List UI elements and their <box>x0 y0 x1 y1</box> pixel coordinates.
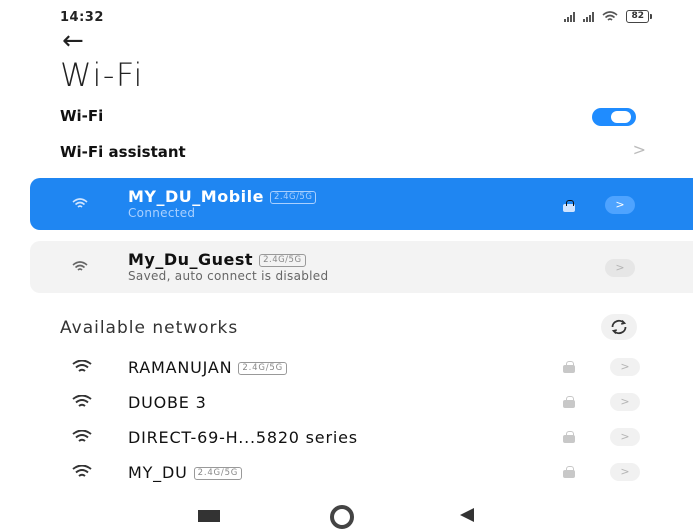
network-name: RAMANUJAN <box>128 358 233 377</box>
back-arrow-icon[interactable]: ← <box>62 28 84 54</box>
home-icon[interactable] <box>330 505 354 529</box>
toggle-knob <box>611 111 631 123</box>
available-network-item[interactable]: DUOBE 3 > <box>0 386 693 420</box>
battery-icon: 82 <box>626 10 652 23</box>
band-badge: 2.4G/5G <box>269 191 317 204</box>
saved-network-card[interactable]: My_Du_Guest 2.4G/5G Saved, auto connect i… <box>30 241 693 293</box>
status-time: 14:32 <box>60 10 104 25</box>
network-name: DUOBE 3 <box>128 393 207 412</box>
nav-back-icon[interactable] <box>460 508 474 522</box>
lock-icon <box>563 361 575 373</box>
status-icons: 82 <box>564 10 652 23</box>
recent-apps-icon[interactable] <box>198 510 220 522</box>
wifi-icon <box>72 198 88 208</box>
available-network-item[interactable]: DIRECT-69-H...5820 series > <box>0 421 693 455</box>
available-network-item[interactable]: MY_DU 2.4G/5G > <box>0 456 693 490</box>
lock-icon <box>563 396 575 408</box>
wifi-signal-icon <box>72 430 92 442</box>
band-badge: 2.4G/5G <box>238 362 287 375</box>
network-status: Connected <box>128 206 196 220</box>
wifi-icon <box>72 261 88 271</box>
wifi-signal-icon <box>72 395 92 407</box>
network-name: MY_DU_Mobile <box>128 187 264 206</box>
network-name: My_Du_Guest <box>128 250 254 269</box>
chevron-right-icon[interactable]: > <box>633 140 646 159</box>
network-details-button[interactable]: > <box>610 463 640 481</box>
network-name: MY_DU <box>128 463 188 482</box>
network-details-button[interactable]: > <box>610 358 640 376</box>
signal-icon <box>564 11 576 22</box>
wifi-status-icon <box>602 10 618 21</box>
wifi-toggle-label: Wi-Fi <box>60 107 104 125</box>
network-details-button[interactable]: > <box>605 259 635 277</box>
lock-icon <box>563 200 575 212</box>
page-title: Wi-Fi <box>60 56 144 94</box>
wifi-assistant-label[interactable]: Wi-Fi assistant <box>60 143 186 161</box>
band-badge: 2.4G/5G <box>259 254 306 267</box>
signal-icon <box>583 11 595 22</box>
available-network-item[interactable]: RAMANUJAN 2.4G/5G > <box>0 351 693 385</box>
network-details-button[interactable]: > <box>610 393 640 411</box>
network-details-button[interactable]: > <box>605 196 635 214</box>
available-networks-title: Available networks <box>60 318 239 338</box>
wifi-signal-icon <box>72 465 92 477</box>
connected-network-card[interactable]: MY_DU_Mobile 2.4G/5G Connected > <box>30 178 693 230</box>
band-badge: 2.4G/5G <box>193 467 243 480</box>
network-name: DIRECT-69-H...5820 series <box>128 428 358 447</box>
lock-icon <box>563 431 575 443</box>
wifi-toggle[interactable] <box>592 108 636 126</box>
lock-icon <box>563 466 575 478</box>
refresh-button[interactable] <box>601 314 637 340</box>
network-status: Saved, auto connect is disabled <box>128 269 329 283</box>
wifi-signal-icon <box>72 360 92 372</box>
network-details-button[interactable]: > <box>610 428 640 446</box>
refresh-icon <box>611 319 627 335</box>
